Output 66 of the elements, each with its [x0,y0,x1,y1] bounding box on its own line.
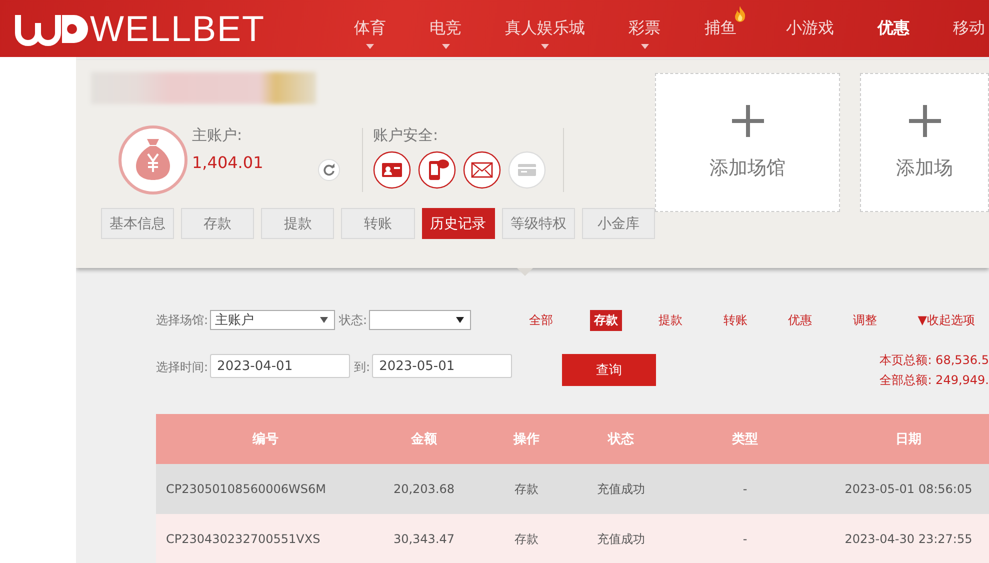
caret-icon [456,317,464,323]
table-cell: CP230430232700551VXS [166,532,320,546]
nav-link[interactable]: 体育 [350,0,390,57]
phone-sms-icon[interactable] [418,151,456,189]
table-cell: 20,203.68 [393,482,455,496]
table-cell: 存款 [514,530,538,548]
type-filter-link[interactable]: 转账 [719,310,752,330]
account-tab[interactable]: 存款 [181,208,254,239]
caret-icon [320,317,328,323]
status-label: 状态: [339,312,368,328]
type-filter-link[interactable]: 调整 [848,310,881,330]
all-total: 全部总额: 249,949. [880,372,989,389]
table-cell: 30,343.47 [393,532,455,546]
add-venue-card[interactable]: 添加场馆 [655,73,840,212]
nav-link[interactable]: 电竞 [426,0,466,57]
account-tab[interactable]: 等级特权 [502,208,575,239]
column-header: 编号 [252,430,278,448]
venue-select[interactable]: 主账户 [210,310,336,330]
table-cell: 存款 [514,480,538,498]
envelope-icon[interactable] [463,151,501,189]
plus-icon [908,104,940,136]
account-tab[interactable]: 提款 [261,208,334,239]
table-cell: 2023-04-30 23:27:55 [844,532,972,546]
page-total: 本页总额: 68,536.5 [880,352,989,369]
nav-link[interactable]: 移动 [948,0,989,57]
date-from-field[interactable]: 2023-04-01 [210,354,350,378]
to-label: 到: [354,359,370,376]
table-cell: - [742,482,748,496]
account-tab[interactable]: 小金库 [582,208,655,239]
column-header: 金额 [411,430,437,448]
nav-link[interactable]: 彩票 [624,0,665,57]
add-venue-card[interactable]: 添加场 [860,73,989,212]
time-label: 选择时间: [156,359,208,376]
type-filter-link[interactable]: 优惠 [784,310,816,330]
security-label: 账户安全: [373,126,440,145]
money-bag-icon [118,125,188,195]
balance-label: 主账户: [192,126,244,145]
column-header: 类型 [732,431,758,448]
table-cell: CP23050108560006WS6M [166,482,326,496]
nav-link[interactable]: 捕鱼 [700,0,746,57]
nav-link[interactable]: 优惠 [873,0,914,57]
type-filter-link[interactable]: 全部 [525,310,558,330]
nav-link[interactable]: 真人娱乐城 [501,0,590,57]
column-header: 操作 [514,431,540,448]
venue-label: 选择场馆: [156,312,208,328]
logo-text: WELLBET [90,8,266,50]
account-tab[interactable]: 转账 [341,208,415,239]
table-cell: 2023-05-01 08:56:05 [844,482,972,496]
type-filter-link[interactable]: 提款 [654,310,687,330]
id-card-icon[interactable] [373,151,411,189]
nav-link[interactable]: 小游戏 [782,0,838,57]
column-header: 日期 [896,431,922,448]
refresh-icon[interactable] [318,159,340,181]
account-tab[interactable]: 历史记录 [422,208,495,239]
collapse-options-link[interactable]: ▼收起选项 [914,310,979,330]
tab-pointer-icon [517,268,533,276]
table-cell: 充值成功 [597,530,645,548]
type-filter-link[interactable]: 存款 [590,310,622,330]
account-tab[interactable]: 基本信息 [101,208,174,239]
column-header: 状态 [608,431,634,448]
balance-amount: 1,404.01 [192,153,264,172]
date-to-field[interactable]: 2023-05-01 [372,354,512,378]
query-button[interactable]: 查询 [562,354,656,386]
plus-icon [732,104,764,136]
table-cell: 充值成功 [597,480,645,498]
table-cell: - [742,532,748,546]
